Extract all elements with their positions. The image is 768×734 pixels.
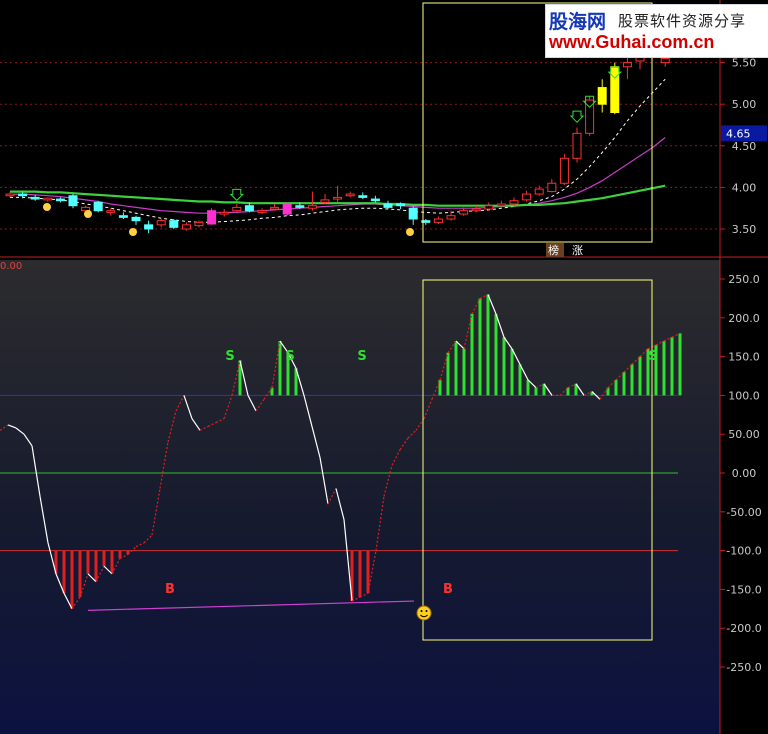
price-tick-label: 4.00 <box>732 181 757 194</box>
buy-marker-icon <box>84 210 92 218</box>
candle-body <box>383 203 393 208</box>
candle-body <box>18 193 28 197</box>
candle-body <box>496 203 506 207</box>
watermark-tagline: 股票软件资源分享 <box>618 12 747 30</box>
candle-body <box>433 218 443 223</box>
candle-body <box>93 201 103 212</box>
indicator-readout: 0.00 <box>0 261 22 272</box>
price-tick-label: 5.50 <box>732 57 757 70</box>
candle-body <box>307 205 317 209</box>
candle-body <box>471 208 481 212</box>
indicator-tick-label: 150.0 <box>728 351 760 364</box>
indicator-tick-label: -200.0 <box>726 622 761 635</box>
candle-body <box>207 210 217 225</box>
candle-body <box>547 182 557 193</box>
chart-canvas: 5.50 5.00 4.50 4.00 3.50 4.65 0.00 250.0 200.0 15… <box>0 0 768 734</box>
candle-body <box>118 215 128 218</box>
watermark-url: www.Guhai.com.cn <box>549 32 715 52</box>
candle-body <box>622 62 632 68</box>
buy-signal-label: B <box>165 582 175 597</box>
candle-body <box>559 157 569 184</box>
candle-body <box>219 211 229 215</box>
indicator-tick-label: 50.00 <box>728 428 760 441</box>
candle-body <box>484 205 494 210</box>
candle-body <box>257 210 267 213</box>
indicator-tick-label: 100.0 <box>728 389 760 402</box>
price-tick-label: 5.00 <box>732 98 757 111</box>
buy-signal-label: B <box>443 582 453 597</box>
sell-signal-label: S <box>285 349 294 364</box>
candle-body <box>244 205 254 212</box>
candle-body <box>270 206 280 210</box>
indicator-tick-label: 250.0 <box>728 273 760 286</box>
candle-body <box>660 57 670 64</box>
sell-signal-label: S <box>225 349 234 364</box>
candle-body <box>43 197 53 201</box>
watermark-site-name: 股海网 <box>549 11 607 33</box>
smiley-marker-icon <box>416 605 432 621</box>
candle-body <box>181 224 191 230</box>
indicator-tick-label: -50.00 <box>726 506 761 519</box>
current-price-tag: 4.65 <box>726 127 751 140</box>
candle-body <box>534 188 544 195</box>
indicator-tick-label: -250.0 <box>726 661 761 674</box>
candle-body <box>232 206 242 212</box>
smiley-eye <box>420 610 423 612</box>
candle-body <box>446 215 456 220</box>
candle-body <box>131 216 141 222</box>
price-tick-label: 4.50 <box>732 140 757 153</box>
candle-body <box>156 220 166 226</box>
buy-marker-icon <box>129 228 137 236</box>
candle-body <box>597 87 607 105</box>
candle-body <box>610 66 620 114</box>
candle-body <box>408 207 418 220</box>
buy-marker-icon <box>406 228 414 236</box>
candle-body <box>522 193 532 201</box>
annotation-label: 榜 <box>548 243 559 257</box>
candle-body <box>358 195 368 198</box>
candle-body <box>55 198 65 202</box>
sell-signal-label: S <box>357 349 366 364</box>
guhai-watermark: 股海网 股票软件资源分享 www.Guhai.com.cn <box>545 4 768 58</box>
buy-marker-icon <box>43 203 51 211</box>
candle-body <box>169 220 179 228</box>
candle-body <box>572 132 582 159</box>
candle-body <box>345 193 355 197</box>
candle-body <box>295 205 305 208</box>
stock-chart-window: 5.50 5.00 4.50 4.00 3.50 4.65 0.00 250.0 200.0 15… <box>0 0 768 734</box>
price-tick-label: 3.50 <box>732 223 757 236</box>
candle-body <box>459 210 469 215</box>
candle-body <box>144 224 154 230</box>
annotation-label: 涨 <box>572 244 583 257</box>
candle-body <box>194 221 204 227</box>
indicator-panel-bg <box>0 260 720 734</box>
candle-body <box>370 198 380 202</box>
candle-body <box>106 210 116 213</box>
sell-signal-label: S <box>648 349 657 364</box>
candle-body <box>30 196 40 200</box>
candle-body <box>333 196 343 200</box>
indicator-tick-label: -100.0 <box>726 545 761 558</box>
candle-body <box>68 195 78 207</box>
candle-body <box>282 203 292 215</box>
indicator-tick-label: 200.0 <box>728 312 760 325</box>
smiley-eye <box>425 610 428 612</box>
candle-body <box>5 193 15 197</box>
indicator-tick-label: -150.0 <box>726 583 761 596</box>
candle-body <box>396 203 406 207</box>
candle-body <box>320 199 330 203</box>
indicator-tick-label: 0.00 <box>732 467 757 480</box>
candle-body <box>509 200 519 205</box>
